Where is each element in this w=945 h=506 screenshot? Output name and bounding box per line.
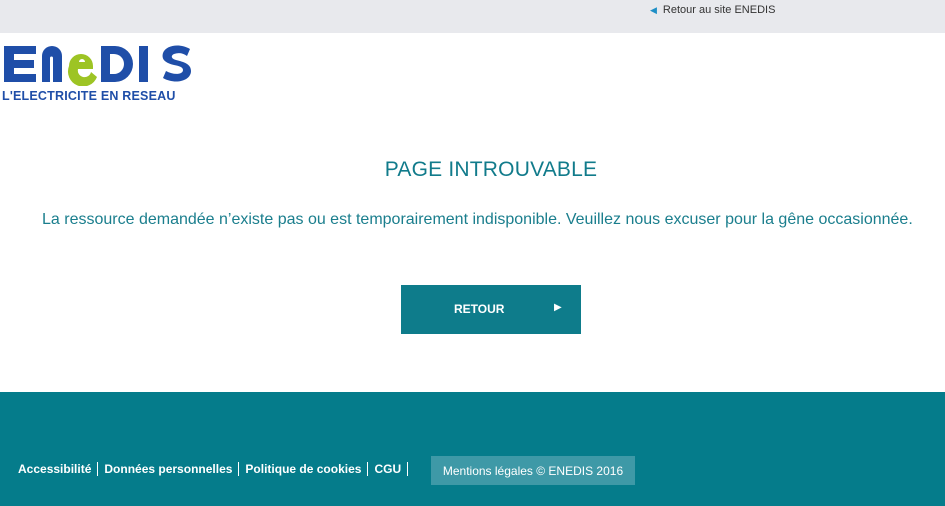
footer-link-accessibilite[interactable]: Accessibilité [18,462,99,476]
back-to-site-link[interactable]: ◀ Retour au site ENEDIS [650,4,775,16]
back-to-site-label: Retour au site ENEDIS [662,4,776,16]
footer: Accessibilité Données personnelles Polit… [0,392,945,506]
error-message: La ressource demandée n’existe pas ou es… [42,211,913,228]
play-icon: ▶ [554,302,562,313]
page-title: PAGE INTROUVABLE [384,158,598,181]
enedis-logo[interactable]: L'ELECTRICITE EN RESEAU [2,40,192,106]
retour-button-label: RETOUR [454,302,505,316]
top-bar: ◀ Retour au site ENEDIS [0,0,945,33]
footer-link-donnees-personnelles[interactable]: Données personnelles [98,462,240,476]
logo-tagline: L'ELECTRICITE EN RESEAU [2,89,176,103]
footer-links: Accessibilité Données personnelles Polit… [18,462,409,476]
legal-mentions-button[interactable]: Mentions légales © ENEDIS 2016 [431,456,635,485]
retour-button[interactable]: RETOUR ▶ [401,285,581,334]
footer-link-politique-cookies[interactable]: Politique de cookies [239,462,369,476]
triangle-left-icon: ◀ [650,4,657,15]
logo-wordmark [4,45,191,87]
footer-link-cgu[interactable]: CGU [368,462,409,476]
